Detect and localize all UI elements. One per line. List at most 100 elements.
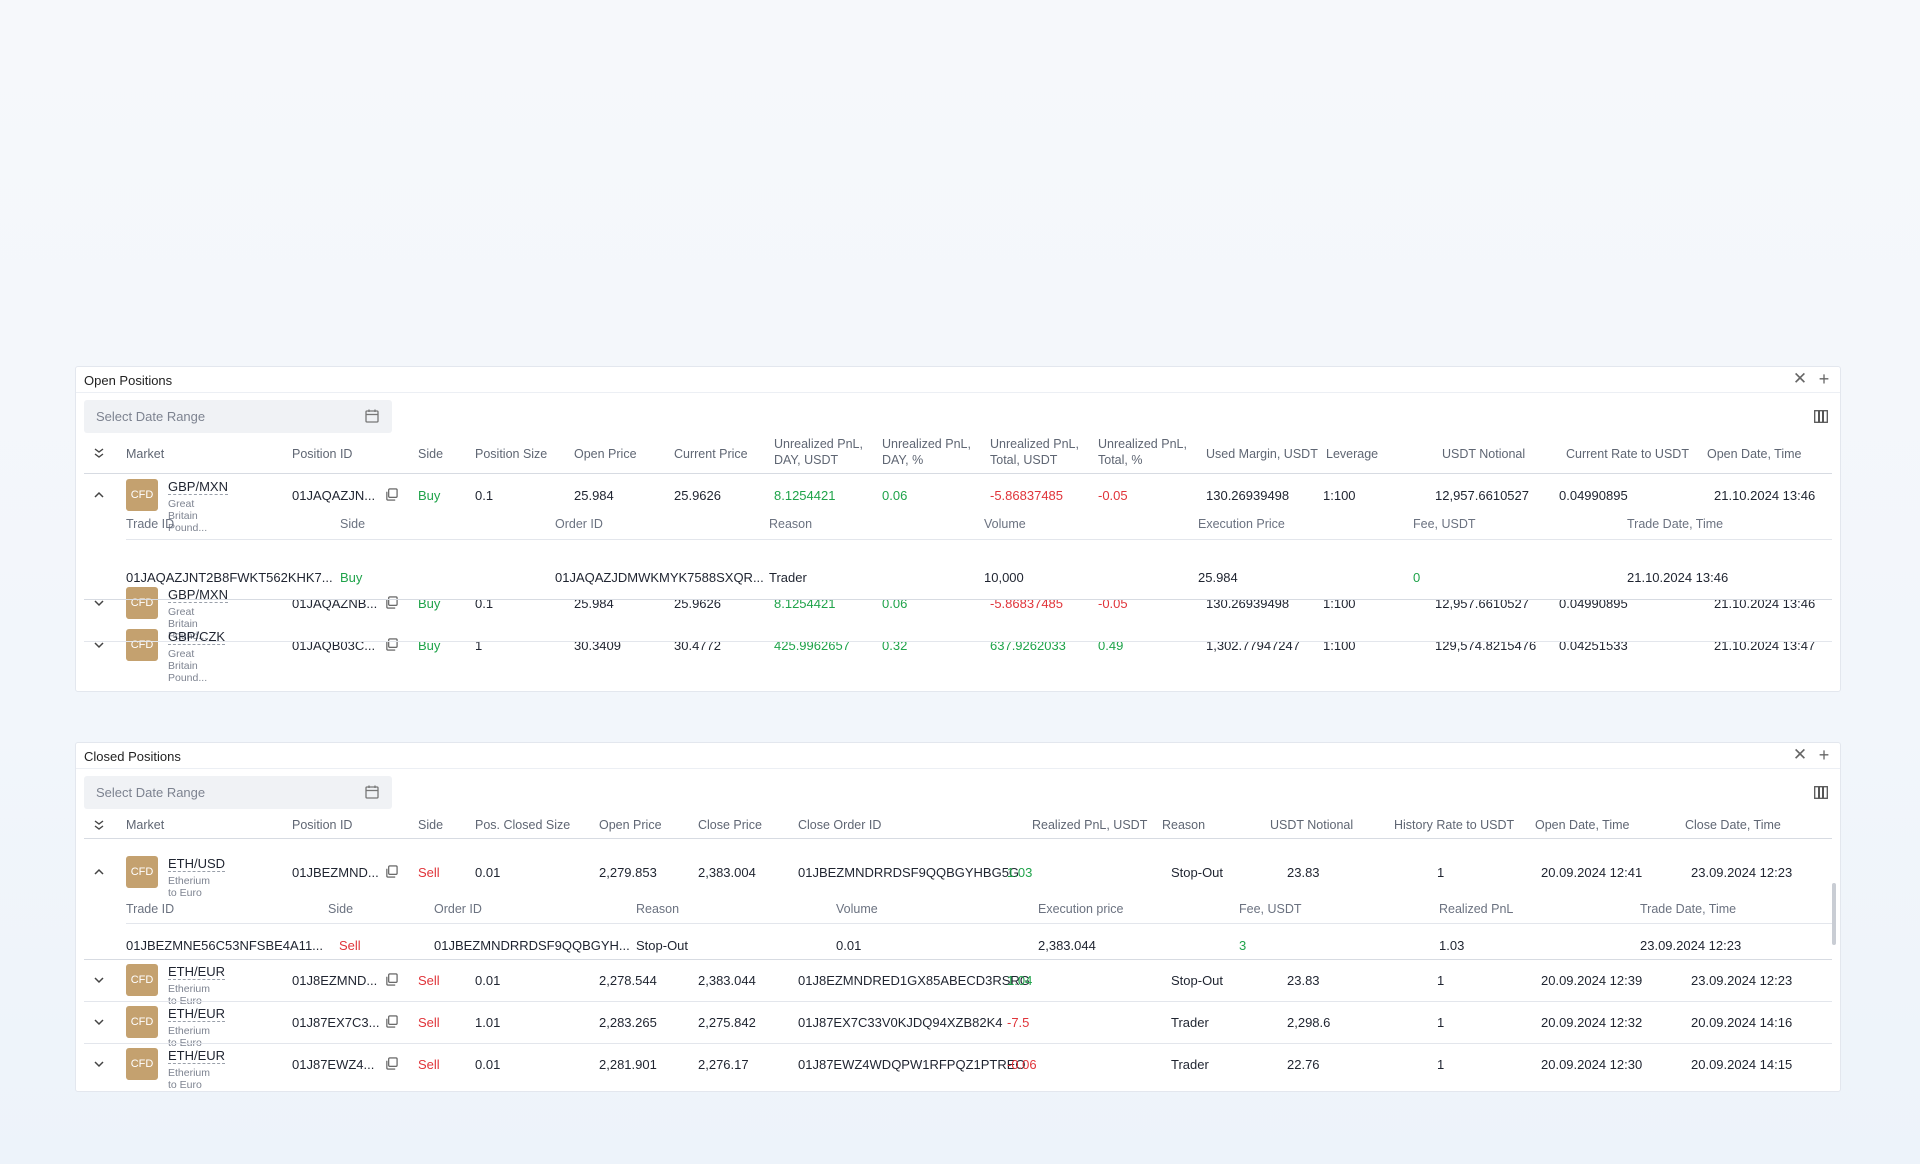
history-rate: 1 xyxy=(1437,973,1445,988)
calendar-icon[interactable] xyxy=(365,409,379,423)
open-price: 2,283.265 xyxy=(599,1015,657,1030)
market-name[interactable]: ETH/EUR xyxy=(168,1007,226,1022)
chevron-down-icon[interactable] xyxy=(92,973,106,987)
copy-icon[interactable] xyxy=(385,596,398,609)
trade-header-id: Trade ID xyxy=(126,902,175,916)
usdt-notional: 22.76 xyxy=(1287,1057,1320,1072)
panel-header: Open Positions ✕ + xyxy=(76,367,1840,393)
close-price: 2,383.044 xyxy=(698,973,756,988)
header-close-price: Close Price xyxy=(698,818,762,832)
header-realized-pnl: Realized PnL, USDT xyxy=(1032,818,1148,832)
copy-icon[interactable] xyxy=(385,865,398,878)
date-range-picker[interactable] xyxy=(84,776,392,809)
header-market: Market xyxy=(126,447,165,461)
header-current-rate: Current Rate to USDT xyxy=(1566,447,1689,461)
position-id: 01JAQAZJN... xyxy=(292,488,376,503)
chevron-down-icon[interactable] xyxy=(92,1057,106,1071)
open-positions-panel: Open Positions ✕ + Market Position ID Side… xyxy=(75,366,1841,692)
market-badge: CFD xyxy=(126,479,158,511)
trade-header-fee: Fee, USDT xyxy=(1239,902,1302,916)
reason: Stop-Out xyxy=(1171,865,1224,880)
open-price: 2,281.901 xyxy=(599,1057,657,1072)
side-value: Sell xyxy=(418,1015,440,1030)
side-value: Sell xyxy=(418,973,440,988)
reason: Trader xyxy=(1171,1015,1209,1030)
upnl-day-usdt: 8.1254421 xyxy=(774,488,836,503)
copy-icon[interactable] xyxy=(385,973,398,986)
copy-icon[interactable] xyxy=(385,1015,398,1028)
date-range-input[interactable] xyxy=(84,776,354,809)
copy-icon[interactable] xyxy=(385,1057,398,1070)
collapse-all-icon[interactable] xyxy=(92,446,106,460)
panel-title: Closed Positions xyxy=(84,749,181,764)
market-name[interactable]: GBP/MXN xyxy=(168,588,228,603)
trade-reason: Stop-Out xyxy=(636,938,689,953)
detail-divider xyxy=(126,539,1832,540)
close-price: 2,275.842 xyxy=(698,1015,756,1030)
row-divider xyxy=(84,599,1832,600)
trade-fee: 0 xyxy=(1413,570,1421,585)
realized-pnl: -0.06 xyxy=(1007,1057,1037,1072)
panel-header: Closed Positions ✕ + xyxy=(76,743,1840,769)
copy-icon[interactable] xyxy=(385,638,398,651)
chevron-up-icon[interactable] xyxy=(92,865,106,879)
side-value: Buy xyxy=(418,488,441,503)
chevron-down-icon[interactable] xyxy=(92,1015,106,1029)
close-icon[interactable]: ✕ xyxy=(1790,369,1810,389)
market-badge: CFD xyxy=(126,1048,158,1080)
market-badge: CFD xyxy=(126,856,158,888)
row-divider xyxy=(84,641,1832,642)
scrollbar[interactable] xyxy=(1832,883,1836,945)
closed-size: 0.01 xyxy=(475,865,501,880)
columns-icon[interactable] xyxy=(1814,410,1828,423)
position-id: 01J87EWZ4... xyxy=(292,1057,375,1072)
trade-header-volume: Volume xyxy=(984,517,1026,531)
trade-id: 01JAQAZJNT2B8FWKT562KHK7... xyxy=(126,570,333,585)
header-upnl-day-usdt: Unrealized PnL, DAY, USDT xyxy=(774,437,863,467)
header-close-date: Close Date, Time xyxy=(1685,818,1781,832)
market-badge: CFD xyxy=(126,964,158,996)
header-position-size: Position Size xyxy=(475,447,548,461)
panel-title: Open Positions xyxy=(84,373,173,388)
trade-header-side: Side xyxy=(328,902,354,916)
trade-id: 01JBEZMNE56C53NFSBE4A11... xyxy=(126,938,324,953)
columns-icon[interactable] xyxy=(1814,786,1828,799)
usdt-notional: 23.83 xyxy=(1287,973,1320,988)
collapse-all-icon[interactable] xyxy=(92,818,106,832)
leverage: 1:100 xyxy=(1323,488,1356,503)
market-name[interactable]: ETH/USD xyxy=(168,857,226,872)
side-value: Sell xyxy=(418,1057,440,1072)
header-reason: Reason xyxy=(1162,818,1206,832)
date-range-input[interactable] xyxy=(84,400,354,433)
trade-header-date: Trade Date, Time xyxy=(1640,902,1737,916)
history-rate: 1 xyxy=(1437,865,1445,880)
used-margin: 130.26939498 xyxy=(1206,488,1290,503)
copy-icon[interactable] xyxy=(385,488,398,501)
plus-icon[interactable]: + xyxy=(1814,745,1834,765)
row-divider xyxy=(84,1043,1832,1044)
trade-header-volume: Volume xyxy=(836,902,878,916)
trade-date: 23.09.2024 12:23 xyxy=(1640,938,1742,953)
header-closed-size: Pos. Closed Size xyxy=(475,818,571,832)
header-history-rate: History Rate to USDT xyxy=(1394,818,1515,832)
row-divider xyxy=(84,959,1832,960)
position-id: 01J8EZMND... xyxy=(292,973,378,988)
market-name[interactable]: ETH/EUR xyxy=(168,965,226,980)
realized-pnl: -7.5 xyxy=(1007,1015,1030,1030)
market-name[interactable]: GBP/CZK xyxy=(168,630,226,645)
calendar-icon[interactable] xyxy=(365,785,379,799)
plus-icon[interactable]: + xyxy=(1814,369,1834,389)
close-order-id: 01J8EZMNDRED1GX85ABECD3RSRG xyxy=(798,973,1030,988)
chevron-up-icon[interactable] xyxy=(92,488,106,502)
close-icon[interactable]: ✕ xyxy=(1790,745,1810,765)
date-range-picker[interactable] xyxy=(84,400,392,433)
trade-header-exec-price: Execution Price xyxy=(1198,517,1285,531)
trade-header-fee: Fee, USDT xyxy=(1413,517,1476,531)
trade-header-id: Trade ID xyxy=(126,517,175,531)
detail-divider xyxy=(126,923,1832,924)
close-price: 2,276.17 xyxy=(698,1057,749,1072)
market-name[interactable]: GBP/MXN xyxy=(168,480,228,495)
open-price: 2,278.544 xyxy=(599,973,657,988)
trade-header-realized-pnl: Realized PnL xyxy=(1439,902,1514,916)
market-name[interactable]: ETH/EUR xyxy=(168,1049,226,1064)
